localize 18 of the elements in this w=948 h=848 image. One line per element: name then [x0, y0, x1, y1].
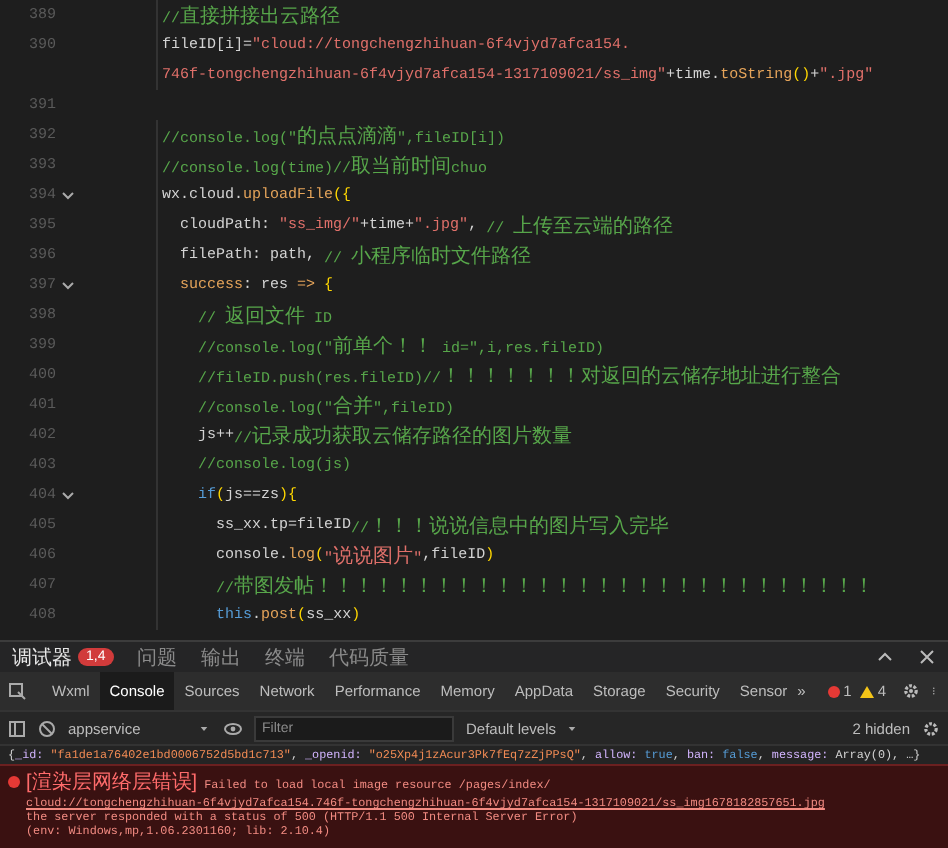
error-icon [827, 685, 840, 697]
panel-tab[interactable]: 输出 [201, 643, 242, 671]
close-icon[interactable] [918, 648, 936, 666]
panel-tab[interactable]: 代码质量 [329, 643, 410, 671]
panel-tab[interactable]: 问题 [137, 643, 178, 671]
sidebar-icon[interactable] [8, 719, 26, 737]
warning-icon [859, 685, 874, 697]
chevron-down-icon[interactable] [62, 491, 74, 499]
chevron-up-icon[interactable] [876, 648, 894, 666]
inspect-icon[interactable] [8, 682, 26, 700]
error-icon [8, 776, 20, 788]
chevron-down-icon[interactable] [62, 191, 74, 199]
settings-icon[interactable] [922, 719, 940, 737]
block-icon[interactable] [38, 719, 56, 737]
settings-icon[interactable] [902, 682, 920, 700]
eye-icon[interactable] [224, 719, 242, 737]
panel-tab[interactable]: 终端 [265, 643, 306, 671]
chevron-down-icon[interactable] [62, 281, 74, 289]
